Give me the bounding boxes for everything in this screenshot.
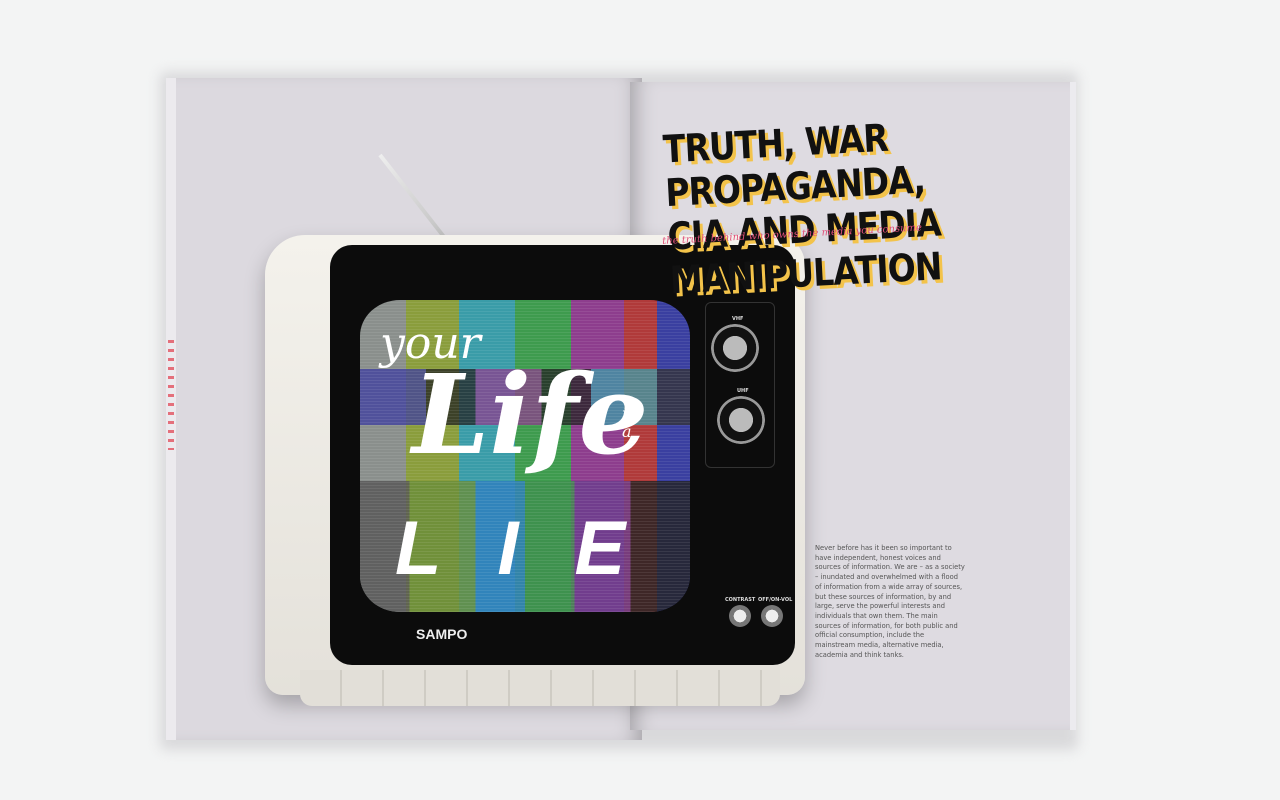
uhf-label: UHF [737,388,749,394]
screen-text-is-a: is a [622,404,636,441]
contrast-knob-icon [729,605,751,627]
tv-base [300,670,780,706]
vhf-dial-icon [711,324,759,372]
uhf-dial-icon [717,396,765,444]
screen-text-lie: LIE [395,506,682,591]
spine-marks [168,340,174,450]
screen-text-life: Life [412,350,649,479]
volume-knob-icon [761,605,783,627]
vhf-label: VHF [732,316,744,322]
tv-brand-logo: SAMPO [416,626,468,642]
body-text: Never before has it been so important to… [815,544,965,659]
headline: TRUTH, WAR PROPAGANDA, CIA AND MEDIA MAN… [661,115,943,303]
contrast-label: CONTRAST [725,597,756,603]
onoff-label: OFF/ON-VOL [758,597,793,603]
